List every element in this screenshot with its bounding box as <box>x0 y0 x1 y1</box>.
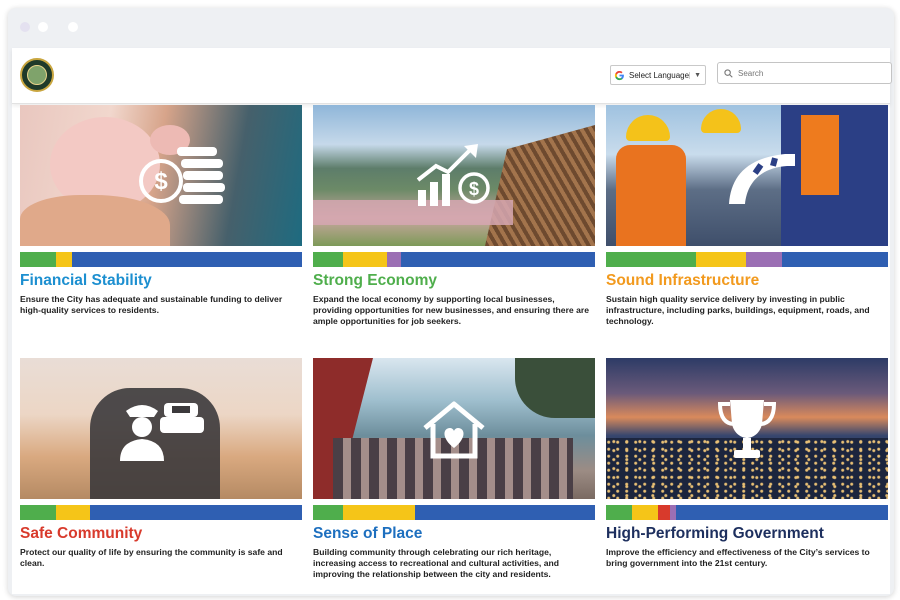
safety-vest <box>616 145 686 246</box>
tree-canopy <box>515 358 595 418</box>
card-description: Ensure the City has adequate and sustain… <box>20 294 283 315</box>
color-bar <box>20 252 302 267</box>
card-title[interactable]: Safe Community <box>20 524 302 543</box>
trophy-icon <box>717 399 777 458</box>
growth-chart-dollar-icon: $ <box>416 143 490 206</box>
color-bar <box>20 505 302 520</box>
card-photo <box>313 358 595 499</box>
browser-titlebar <box>8 8 894 48</box>
dollar-coins-icon: $ <box>138 146 225 204</box>
svg-text:$: $ <box>154 168 168 195</box>
site-header: Select Language ▼ <box>12 48 892 104</box>
search-icon <box>724 68 733 78</box>
search-input[interactable] <box>738 68 878 78</box>
window-dot-maximize[interactable] <box>68 22 78 32</box>
card-photo: $ <box>313 105 595 246</box>
web-page: Select Language ▼ Search $ Financial Sta… <box>12 48 892 594</box>
card-title[interactable]: Sense of Place <box>313 524 595 543</box>
lattice-structure <box>485 125 595 246</box>
house-heart-icon <box>423 401 485 458</box>
window-dot-minimize[interactable] <box>38 22 48 32</box>
road-icon <box>729 153 796 204</box>
police-officer-car-icon <box>120 402 204 461</box>
card-photo <box>606 358 888 499</box>
color-bar <box>606 252 888 267</box>
color-bar <box>313 505 595 520</box>
color-bar <box>606 505 888 520</box>
card-description: Improve the efficiency and effectiveness… <box>606 547 870 568</box>
card-description: Building community through celebrating o… <box>313 547 559 579</box>
language-select[interactable]: Select Language ▼ <box>610 65 706 85</box>
card-photo <box>606 105 888 246</box>
google-icon <box>614 70 624 80</box>
card-title[interactable]: High-Performing Government <box>606 524 888 543</box>
card-title[interactable]: Strong Economy <box>313 271 595 290</box>
hard-hat <box>701 109 741 133</box>
card-strong-economy[interactable]: $ Strong Economy Expand the local econom… <box>313 105 595 327</box>
seal-emblem <box>27 65 47 85</box>
color-bar <box>313 252 595 267</box>
card-high-performing-government[interactable]: High-Performing Government Improve the e… <box>606 358 888 569</box>
safety-vest <box>801 115 839 195</box>
card-title[interactable]: Financial Stability <box>20 271 302 290</box>
card-photo <box>20 358 302 499</box>
window-dot-close[interactable] <box>20 22 30 32</box>
svg-text:$: $ <box>469 179 479 199</box>
card-description: Sustain high quality service delivery by… <box>606 294 870 326</box>
search-box[interactable] <box>717 62 892 84</box>
card-financial-stability[interactable]: $ Financial Stability Ensure the City ha… <box>20 105 302 316</box>
language-label: Select Language <box>629 70 690 80</box>
card-photo: $ <box>20 105 302 246</box>
browser-window: Select Language ▼ Search $ Financial Sta… <box>8 8 894 596</box>
card-sound-infrastructure[interactable]: Sound Infrastructure Sustain high qualit… <box>606 105 888 327</box>
card-description: Protect our quality of life by ensuring … <box>20 547 283 568</box>
card-description: Expand the local economy by supporting l… <box>313 294 589 326</box>
card-title[interactable]: Sound Infrastructure <box>606 271 888 290</box>
hard-hat <box>626 115 670 141</box>
city-seal-logo[interactable] <box>20 58 54 92</box>
card-safe-community[interactable]: Safe Community Protect our quality of li… <box>20 358 302 569</box>
card-sense-of-place[interactable]: Sense of Place Building community throug… <box>313 358 595 580</box>
language-dropdown-caret[interactable]: ▼ <box>689 71 705 79</box>
